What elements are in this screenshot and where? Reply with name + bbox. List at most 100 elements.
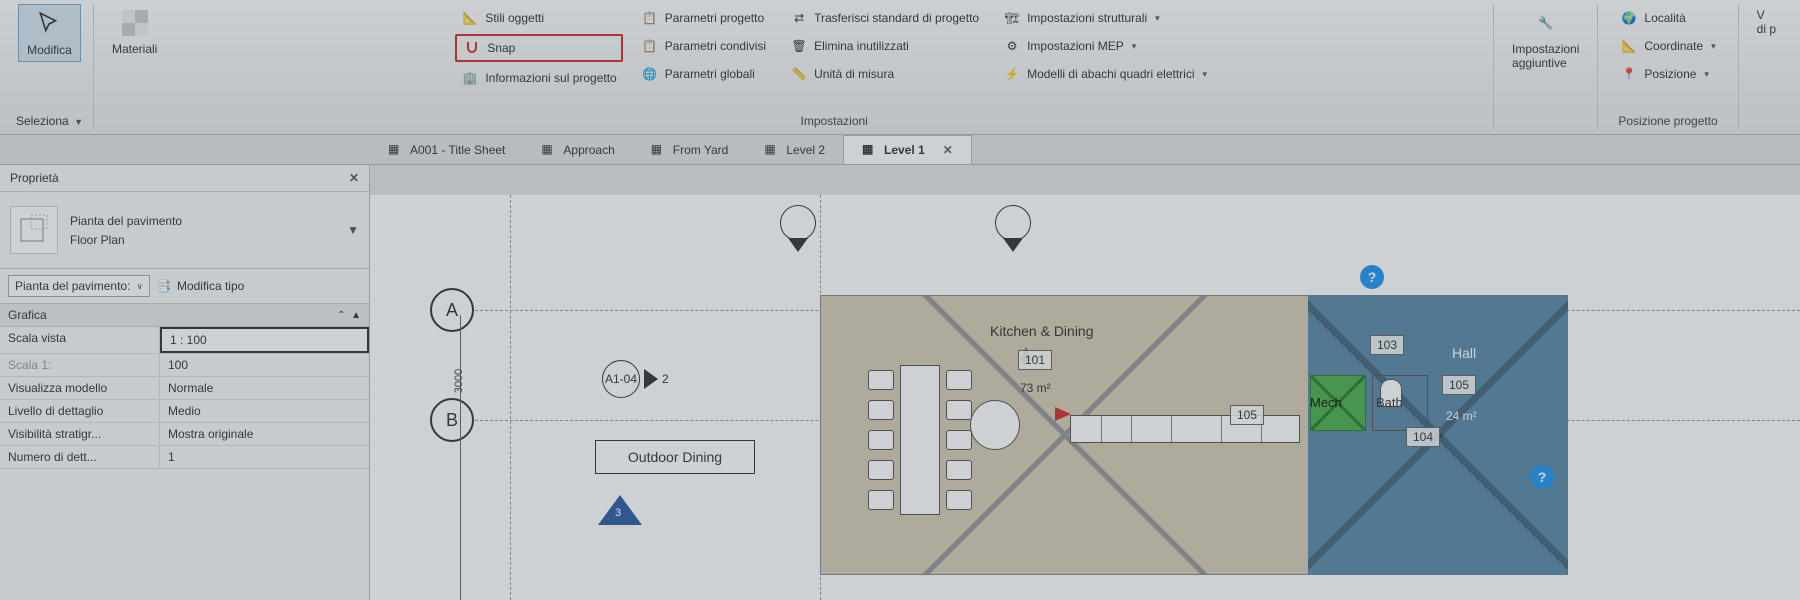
properties-header: Proprietà ✕ bbox=[0, 165, 369, 192]
type-selector[interactable]: Pianta del pavimentoFloor Plan ▼ bbox=[0, 192, 369, 269]
view-icon: ▦ bbox=[764, 142, 780, 158]
panel-impostazioni: 📐Stili oggetti Snap 🏢Informazioni sul pr… bbox=[175, 4, 1494, 130]
document-tabs: ▦A001 - Title Sheet▦Approach▦From Yard▦L… bbox=[0, 135, 1800, 165]
prop-name: Scala 1: bbox=[0, 354, 160, 376]
bath-label: Bath bbox=[1376, 395, 1403, 410]
kitchen-counter[interactable] bbox=[1070, 415, 1300, 443]
parametri-globali-button[interactable]: 🌐Parametri globali bbox=[635, 62, 772, 86]
view-icon: ▦ bbox=[862, 142, 878, 158]
schedules-icon: ⚡ bbox=[1003, 65, 1021, 83]
trasferisci-button[interactable]: ⇄Trasferisci standard di progetto bbox=[784, 6, 985, 30]
prop-value[interactable]: Normale bbox=[160, 377, 369, 399]
localita-button[interactable]: 🌍Località bbox=[1614, 6, 1721, 30]
doc-tab[interactable]: ▦A001 - Title Sheet bbox=[370, 135, 523, 164]
modifica-label: Modifica bbox=[27, 43, 72, 57]
transfer-icon: ⇄ bbox=[790, 9, 808, 27]
type-dropdown-icon[interactable]: ▼ bbox=[347, 223, 359, 237]
dining-table[interactable] bbox=[860, 355, 980, 525]
room-tag-104[interactable]: 104 bbox=[1406, 427, 1440, 447]
prop-name: Visualizza modello bbox=[0, 377, 160, 399]
grid-line-v1[interactable] bbox=[510, 195, 511, 600]
close-tab-button[interactable]: ✕ bbox=[943, 143, 953, 157]
prop-value[interactable]: 100 bbox=[160, 354, 369, 376]
unita-button[interactable]: 📏Unità di misura bbox=[784, 62, 985, 86]
imp-strutturali-button[interactable]: 🏗Impostazioni strutturali ▾ bbox=[997, 6, 1213, 30]
prop-value[interactable]: Mostra originale bbox=[160, 423, 369, 445]
modifica-button[interactable]: Modifica bbox=[18, 4, 81, 62]
properties-title: Proprietà bbox=[10, 171, 59, 185]
position-icon: 📍 bbox=[1620, 65, 1638, 83]
hall-area: 24 m² bbox=[1446, 409, 1477, 423]
doc-tab[interactable]: ▦Level 1✕ bbox=[843, 135, 972, 164]
category-grafica[interactable]: Grafica⌃ ▲ bbox=[0, 304, 369, 327]
property-row[interactable]: Numero di dett...1 bbox=[0, 446, 369, 469]
abachi-button[interactable]: ⚡Modelli di abachi quadri elettrici ▾ bbox=[997, 62, 1213, 86]
section-marker[interactable]: A1-04 2 bbox=[602, 360, 669, 398]
posizione-button[interactable]: 📍Posizione ▾ bbox=[1614, 62, 1721, 86]
parametri-condivisi-button[interactable]: 📋Parametri condivisi bbox=[635, 34, 772, 58]
round-table[interactable] bbox=[970, 400, 1020, 450]
room-tag-103[interactable]: 103 bbox=[1370, 335, 1404, 355]
prop-value[interactable]: Medio bbox=[160, 400, 369, 422]
panel-title-impostazioni[interactable]: Impostazioni bbox=[800, 114, 867, 130]
prop-value[interactable]: 1 : 100 bbox=[160, 327, 369, 353]
panel-materiali: Materiali bbox=[94, 4, 175, 130]
dimension[interactable] bbox=[460, 315, 480, 600]
property-row[interactable]: Livello di dettaglioMedio bbox=[0, 400, 369, 423]
drawing-canvas[interactable]: A B A1-04 2 Outdoor Dining Kitchen & Din… bbox=[370, 195, 1800, 600]
prop-value[interactable]: 1 bbox=[160, 446, 369, 468]
help-badge[interactable]: ? bbox=[1360, 265, 1384, 289]
elevation-marker[interactable] bbox=[995, 205, 1031, 241]
parametri-progetto-button[interactable]: 📋Parametri progetto bbox=[635, 6, 772, 30]
styles-icon: 📐 bbox=[461, 9, 479, 27]
view-marker[interactable]: 3 bbox=[598, 495, 642, 525]
property-row[interactable]: Scala vista1 : 100 bbox=[0, 327, 369, 354]
view-icon: ▦ bbox=[651, 142, 667, 158]
room-tag-105[interactable]: 105 bbox=[1230, 405, 1264, 425]
coordinate-button[interactable]: 📐Coordinate ▾ bbox=[1614, 34, 1721, 58]
imp-aggiuntive-button[interactable]: 🔧 Impostazioniaggiuntive bbox=[1504, 4, 1587, 74]
imp-mep-button[interactable]: ⚙Impostazioni MEP ▾ bbox=[997, 34, 1213, 58]
info-progetto-button[interactable]: 🏢Informazioni sul progetto bbox=[455, 66, 622, 90]
aggiuntive-label: Impostazioniaggiuntive bbox=[1512, 42, 1579, 70]
location-icon: 🌍 bbox=[1620, 9, 1638, 27]
mep-icon: ⚙ bbox=[1003, 37, 1021, 55]
wrench-icon: 🔧 bbox=[1531, 8, 1561, 38]
elimina-button[interactable]: 🗑Elimina inutilizzati bbox=[784, 34, 985, 58]
view-icon: ▦ bbox=[388, 142, 404, 158]
params-icon: 📋 bbox=[641, 9, 659, 27]
property-row[interactable]: Visualizza modelloNormale bbox=[0, 377, 369, 400]
view-direction-icon[interactable] bbox=[1055, 407, 1071, 421]
help-badge[interactable]: ? bbox=[1530, 465, 1554, 489]
cut-button[interactable]: V di p bbox=[1749, 4, 1784, 40]
project-info-icon: 🏢 bbox=[461, 69, 479, 87]
prop-name: Livello di dettaglio bbox=[0, 400, 160, 422]
snap-icon bbox=[463, 39, 481, 57]
property-row[interactable]: Visibilità stratigr...Mostra originale bbox=[0, 423, 369, 446]
room-tag-101[interactable]: 101 bbox=[1018, 350, 1052, 370]
floorplan-icon bbox=[10, 206, 58, 254]
doc-tab[interactable]: ▦Approach bbox=[523, 135, 632, 164]
prop-name: Scala vista bbox=[0, 327, 160, 353]
edit-type-button[interactable]: 📑Modifica tipo bbox=[156, 279, 244, 293]
materiali-button[interactable]: Materiali bbox=[104, 4, 165, 60]
doc-tab[interactable]: ▦Level 2 bbox=[746, 135, 843, 164]
panel-seleziona: Modifica Seleziona ▼ bbox=[6, 4, 94, 130]
panel-title-posizione[interactable]: Posizione progetto bbox=[1618, 114, 1717, 130]
shared-params-icon: 📋 bbox=[641, 37, 659, 55]
room-tag-105b[interactable]: 105 bbox=[1442, 375, 1476, 395]
collapse-icon: ⌃ ▲ bbox=[337, 310, 361, 321]
room-outdoor-dining[interactable]: Outdoor Dining bbox=[595, 440, 755, 474]
close-panel-button[interactable]: ✕ bbox=[349, 171, 359, 185]
units-icon: 📏 bbox=[790, 65, 808, 83]
doc-tab[interactable]: ▦From Yard bbox=[633, 135, 747, 164]
elevation-marker[interactable] bbox=[780, 205, 816, 241]
panel-aggiuntive: 🔧 Impostazioniaggiuntive bbox=[1494, 4, 1598, 130]
snap-button[interactable]: Snap bbox=[455, 34, 622, 62]
property-row[interactable]: Scala 1:100 bbox=[0, 354, 369, 377]
purge-icon: 🗑 bbox=[790, 37, 808, 55]
instance-filter[interactable]: Pianta del pavimento: ∨ bbox=[8, 275, 150, 297]
stili-oggetti-button[interactable]: 📐Stili oggetti bbox=[455, 6, 622, 30]
panel-title-seleziona[interactable]: Seleziona ▼ bbox=[16, 114, 83, 130]
cursor-icon bbox=[34, 9, 64, 39]
